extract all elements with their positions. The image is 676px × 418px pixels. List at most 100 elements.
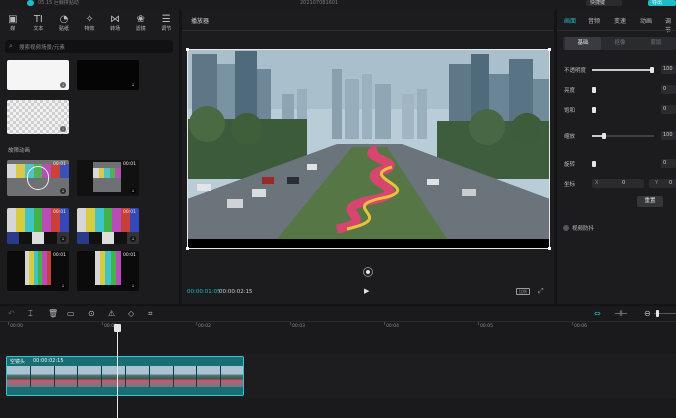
tool-media[interactable]: ▣ 媒 [0, 10, 26, 36]
slider-knob[interactable] [592, 161, 596, 167]
ruler-tick [102, 322, 103, 325]
download-icon[interactable]: ↓ [60, 82, 66, 88]
material-thumb[interactable]: 00:01 ↓ [77, 160, 139, 196]
time-ruler[interactable]: 00:00 00:01 00:02 00:03 00:04 00:05 00:0… [0, 322, 676, 332]
material-panel: ▣ 媒 TI 文本 ◔ 贴纸 ✧ 特效 ⋈ 转场 ❀ 滤镜 ☰ 调节 ⌕ 搜索视… [0, 10, 179, 304]
aspect-ratio-button[interactable]: 比例 [516, 288, 530, 295]
slider-fill [592, 69, 652, 71]
rotate-icon[interactable]: ◇ [128, 309, 134, 318]
preview-axis-icon[interactable]: ⊣⊢ [614, 309, 628, 318]
zoom-out-icon[interactable]: ⊖ [644, 309, 651, 318]
mirror-icon[interactable]: ⚠ [108, 309, 115, 318]
search-icon: ⌕ [9, 42, 13, 50]
playhead-handle[interactable] [114, 324, 121, 332]
rotation-value[interactable]: 0 [661, 159, 676, 168]
scale-value[interactable]: 100 [661, 131, 676, 140]
saturation-slider[interactable] [592, 107, 654, 113]
link-icon[interactable]: ⇔ [594, 309, 601, 318]
playhead[interactable] [114, 324, 121, 418]
ruler-label: 00:06 [574, 324, 587, 329]
position-y-field[interactable]: Y 0 [649, 179, 676, 188]
material-thumb[interactable]: 00:01 ↓ [7, 251, 69, 291]
subtab-keying[interactable]: 抠像 [602, 37, 638, 50]
selection-frame[interactable] [186, 48, 551, 250]
title-bar: 05.15 巨鲸拼贴动 202107081601 快捷键 导出 [0, 0, 676, 10]
position-x-field[interactable]: X 0 [592, 179, 644, 188]
brightness-value[interactable]: 0 [661, 85, 676, 94]
slider-knob[interactable] [602, 133, 606, 139]
fullscreen-icon[interactable]: ⤢ [538, 287, 544, 296]
download-icon[interactable]: ↓ [60, 126, 66, 132]
tool-filter[interactable]: ❀ 滤镜 [128, 10, 154, 36]
download-icon[interactable]: ↓ [130, 283, 136, 289]
y-value: 0 [669, 180, 673, 186]
reset-button[interactable]: 重置 [637, 196, 663, 207]
material-thumb[interactable]: 00:01 ↓ [7, 160, 69, 196]
rotation-label: 旋转 [564, 162, 576, 168]
rotation-slider[interactable] [592, 161, 654, 167]
tab-speed[interactable]: 变速 [614, 16, 626, 25]
tab-audio[interactable]: 音频 [588, 16, 600, 25]
download-icon[interactable]: ↓ [130, 82, 136, 88]
resize-handle[interactable] [186, 247, 189, 250]
freeze-icon[interactable]: ▭ [67, 309, 75, 318]
scale-label: 缩放 [564, 134, 576, 140]
tool-label: 调节 [161, 25, 172, 32]
zoom-knob[interactable] [656, 310, 659, 317]
material-thumb[interactable]: ↓ [7, 100, 69, 134]
subtab-mask[interactable]: 蒙版 [638, 37, 674, 50]
brightness-slider[interactable] [592, 87, 654, 93]
slider-knob[interactable] [650, 67, 654, 73]
resize-handle[interactable] [548, 247, 551, 250]
timeline-panel: ↶ ⌶ 🗑 ▭ ⊙ ⚠ ◇ ⌗ ⇔ ⊣⊢ ⊖ 00:00 00:01 00:02… [0, 306, 676, 418]
resize-handle[interactable] [186, 48, 189, 51]
material-thumb[interactable]: 00:01 ↓ [77, 251, 139, 291]
material-thumb[interactable]: ↓ [7, 60, 69, 90]
download-icon[interactable]: ↓ [60, 236, 66, 242]
material-thumb[interactable]: ↓ [77, 60, 139, 90]
slider-knob[interactable] [592, 87, 596, 93]
material-toolbar: ▣ 媒 TI 文本 ◔ 贴纸 ✧ 特效 ⋈ 转场 ❀ 滤镜 ☰ 调节 [0, 10, 179, 36]
download-icon[interactable]: ↓ [130, 236, 136, 242]
video-clip[interactable]: 空镜头 00:00:02:15 [6, 356, 244, 396]
tool-text[interactable]: TI 文本 [26, 10, 52, 36]
material-thumb[interactable]: 00:01 ↓ [77, 208, 139, 244]
tab-adjust[interactable]: 调节 [665, 16, 676, 34]
play-icon[interactable]: ▶ [364, 287, 369, 295]
download-icon[interactable]: ↓ [60, 188, 66, 194]
checkbox-icon[interactable] [563, 225, 569, 231]
tool-sticker[interactable]: ◔ 贴纸 [51, 10, 77, 36]
shortcut-button[interactable]: 快捷键 [586, 0, 622, 6]
zoom-slider[interactable] [654, 310, 676, 317]
tool-adjust[interactable]: ☰ 调节 [153, 10, 179, 36]
rotate-handle[interactable] [364, 268, 372, 276]
delete-icon[interactable]: 🗑 [48, 309, 58, 318]
download-icon[interactable]: ↓ [60, 283, 66, 289]
tool-effects[interactable]: ✧ 特效 [77, 10, 103, 36]
thumb-duration: 00:01 [53, 210, 66, 215]
saturation-value[interactable]: 0 [661, 105, 676, 114]
opacity-value[interactable]: 100 [661, 65, 676, 74]
tab-picture[interactable]: 画面 [564, 16, 576, 25]
download-icon[interactable]: ↓ [130, 188, 136, 194]
tab-animation[interactable]: 动画 [640, 16, 652, 25]
crop-icon[interactable]: ⌗ [148, 309, 153, 319]
resize-handle[interactable] [548, 48, 551, 51]
thumb-duration: 00:01 [123, 210, 136, 215]
opacity-slider[interactable] [592, 67, 654, 73]
scale-slider[interactable] [592, 133, 654, 139]
ruler-label: 00:03 [292, 324, 305, 329]
split-icon[interactable]: ⌶ [28, 309, 33, 319]
undo-icon[interactable]: ↶ [8, 309, 15, 318]
tool-label: 贴纸 [58, 25, 69, 32]
reverse-icon[interactable]: ⊙ [88, 309, 95, 318]
stabilize-label: 视频防抖 [572, 226, 595, 232]
export-button[interactable]: 导出 [648, 0, 676, 6]
subtab-basic[interactable]: 基础 [565, 37, 601, 50]
stabilize-toggle[interactable]: 视频防抖 [563, 224, 594, 232]
thumb-duration: 00:01 [53, 162, 66, 167]
material-search[interactable]: ⌕ 搜索视频场景/元素 [5, 40, 173, 53]
slider-knob[interactable] [592, 107, 596, 113]
material-thumb[interactable]: 00:01 ↓ [7, 208, 69, 244]
tool-transition[interactable]: ⋈ 转场 [102, 10, 128, 36]
